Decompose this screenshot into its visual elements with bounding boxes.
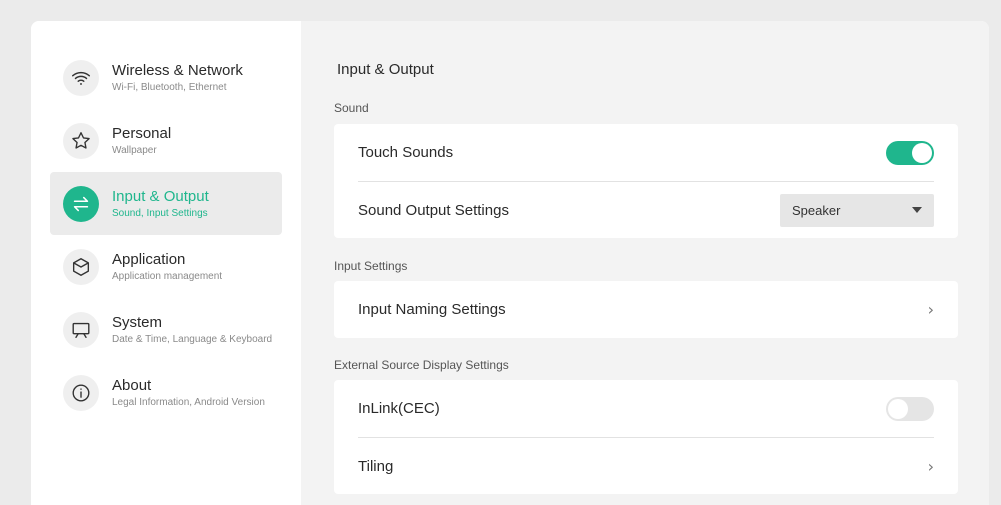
sidebar-item-wireless-network[interactable]: Wireless & Network Wi-Fi, Bluetooth, Eth…	[50, 46, 282, 109]
touch-sounds-row[interactable]: Touch Sounds	[358, 124, 934, 181]
section-label-external-source: External Source Display Settings	[334, 358, 509, 372]
chevron-right-icon: ›	[927, 300, 934, 319]
sidebar-item-title: Application	[112, 250, 186, 268]
sound-card: Touch Sounds Sound Output Settings Speak…	[334, 124, 958, 238]
sidebar-item-subtitle: Date & Time, Language & Keyboard	[112, 333, 273, 345]
tiling-row[interactable]: Tiling ›	[358, 437, 934, 494]
input-settings-card: Input Naming Settings ›	[334, 281, 958, 338]
tiling-label: Tiling	[358, 457, 394, 475]
sidebar-item-subtitle: Wallpaper	[112, 144, 157, 156]
inlink-cec-row[interactable]: InLink(CEC)	[358, 380, 934, 437]
sidebar-item-about[interactable]: About Legal Information, Android Version	[50, 361, 282, 424]
wifi-icon	[63, 59, 99, 96]
inlink-cec-toggle[interactable]	[886, 396, 934, 421]
sidebar-item-subtitle: Legal Information, Android Version	[112, 396, 265, 408]
sound-output-select[interactable]: Speaker	[780, 193, 934, 227]
input-naming-row[interactable]: Input Naming Settings ›	[358, 281, 934, 338]
sidebar-item-title: System	[112, 313, 163, 331]
info-icon	[63, 374, 99, 411]
page-title: Input & Output	[337, 61, 434, 78]
cube-icon	[63, 248, 99, 285]
sound-output-row: Sound Output Settings Speaker	[358, 181, 934, 238]
sidebar-item-input-output[interactable]: Input & Output Sound, Input Settings	[50, 172, 282, 235]
section-label-input-settings: Input Settings	[334, 259, 408, 273]
sound-output-value: Speaker	[792, 202, 841, 218]
sidebar-item-title: Personal	[112, 124, 172, 142]
sidebar-item-title: About	[112, 376, 152, 394]
input-naming-label: Input Naming Settings	[358, 301, 506, 318]
sidebar-item-subtitle: Wi-Fi, Bluetooth, Ethernet	[112, 81, 227, 93]
touch-sounds-label: Touch Sounds	[358, 144, 454, 161]
sidebar: Wireless & Network Wi-Fi, Bluetooth, Eth…	[31, 21, 301, 505]
settings-window: Wireless & Network Wi-Fi, Bluetooth, Eth…	[31, 21, 989, 505]
section-label-sound: Sound	[334, 101, 369, 115]
sidebar-item-system[interactable]: System Date & Time, Language & Keyboard	[50, 298, 282, 361]
touch-sounds-toggle[interactable]	[886, 140, 934, 165]
sidebar-item-title: Input & Output	[112, 187, 209, 205]
sidebar-item-subtitle: Application management	[112, 270, 223, 282]
main-panel: Input & Output Sound Touch Sounds Sound …	[301, 21, 989, 505]
sound-output-label: Sound Output Settings	[358, 201, 509, 219]
sidebar-item-personal[interactable]: Personal Wallpaper	[50, 109, 282, 172]
chevron-down-icon	[912, 207, 922, 213]
inlink-cec-label: InLink(CEC)	[358, 400, 440, 417]
star-icon	[63, 122, 99, 159]
sidebar-item-application[interactable]: Application Application management	[50, 235, 282, 298]
presentation-icon	[63, 311, 99, 348]
sidebar-item-subtitle: Sound, Input Settings	[112, 207, 208, 219]
sidebar-item-title: Wireless & Network	[112, 61, 243, 79]
external-source-card: InLink(CEC) Tiling ›	[334, 380, 958, 494]
swap-arrows-icon	[63, 185, 99, 222]
chevron-right-icon: ›	[927, 456, 934, 476]
